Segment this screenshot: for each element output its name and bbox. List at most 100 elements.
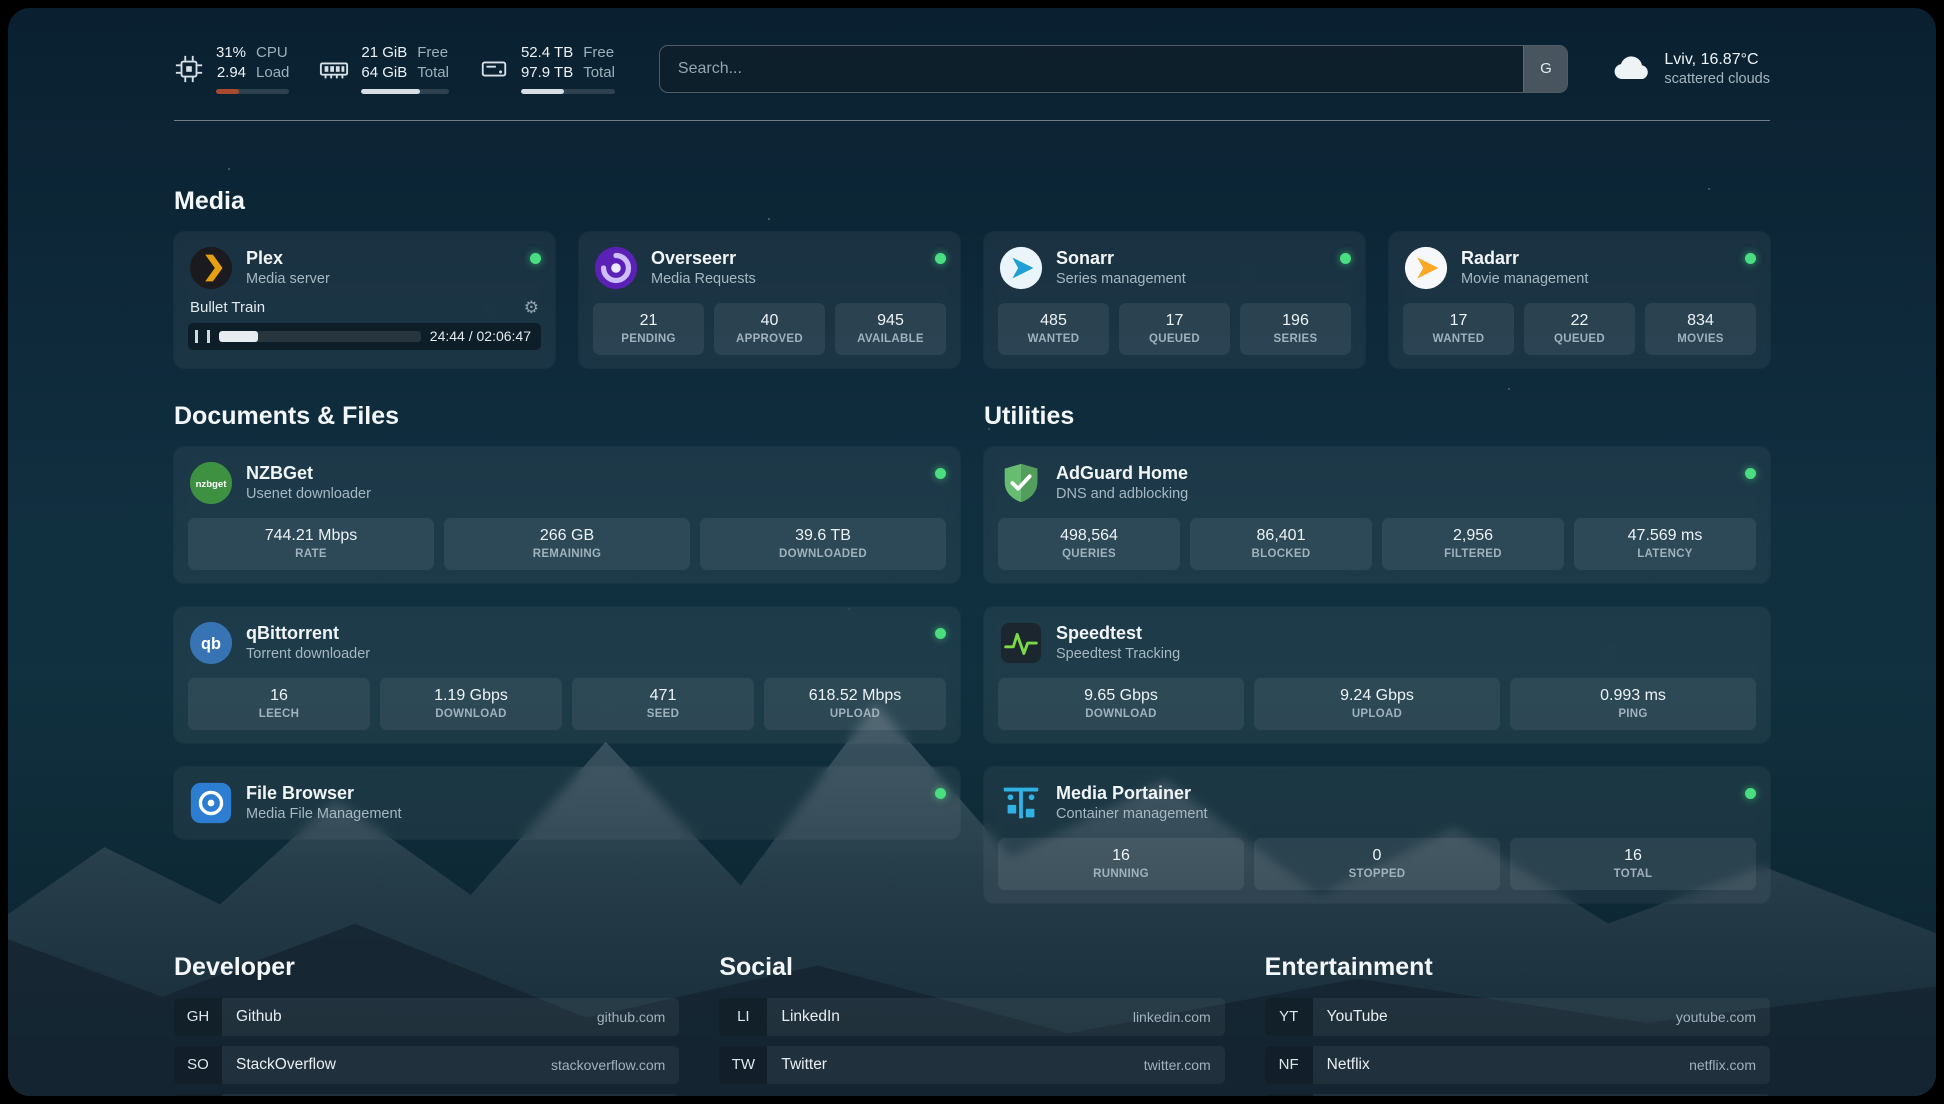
stat-upload: 9.24 Gbps UPLOAD [1254, 678, 1500, 730]
bookmark-youtube[interactable]: YT YouTube youtube.com [1265, 998, 1770, 1036]
section-media: Media Plex Media server [174, 187, 1770, 368]
service-card-qbittorrent[interactable]: qb qBittorrent Torrent downloader 16 [174, 607, 960, 743]
overseerr-icon [593, 245, 639, 291]
status-dot [935, 253, 946, 264]
qbittorrent-icon: qb [188, 620, 234, 666]
bookmark-name: Twitter [781, 1056, 827, 1074]
stat-leech: 16 LEECH [188, 678, 370, 730]
service-name: Plex [246, 248, 330, 269]
service-card-portainer[interactable]: Media Portainer Container management 16 … [984, 767, 1770, 903]
memory-icon [319, 54, 349, 84]
bookmark-name: StackOverflow [236, 1056, 336, 1074]
bookmark-url: stackoverflow.com [551, 1057, 665, 1073]
stat-queued: 22 QUEUED [1524, 303, 1635, 355]
service-subtitle: Movie management [1461, 271, 1588, 287]
playback-progress-bar[interactable] [219, 331, 421, 342]
status-dot [1745, 253, 1756, 264]
stat-remaining: 266 GB REMAINING [444, 518, 690, 570]
pause-icon[interactable] [195, 330, 210, 343]
service-card-radarr[interactable]: Radarr Movie management 17 WANTED 22 QUE… [1389, 232, 1770, 368]
stat-running: 16 RUNNING [998, 838, 1244, 890]
cpu-percent: 31% [216, 44, 246, 63]
service-card-adguard[interactable]: AdGuard Home DNS and adblocking 498,564 … [984, 447, 1770, 583]
stat-total: 16 TOTAL [1510, 838, 1756, 890]
plex-icon [188, 245, 234, 291]
stat-movies: 834 MOVIES [1645, 303, 1756, 355]
disk-icon [479, 54, 509, 84]
status-dot [530, 253, 541, 264]
bookmark-abbr: DT [174, 1094, 222, 1097]
sonarr-icon [998, 245, 1044, 291]
now-playing-title: Bullet Train [190, 299, 265, 316]
stat-downloaded: 39.6 TB DOWNLOADED [700, 518, 946, 570]
svg-text:qb: qb [201, 634, 221, 652]
service-card-plex[interactable]: Plex Media server Bullet Train ⚙ [174, 232, 555, 368]
service-subtitle: Media File Management [246, 806, 402, 822]
status-dot [935, 468, 946, 479]
memory-total-value: 64 GiB [361, 64, 407, 83]
stat-available: 945 AVAILABLE [835, 303, 946, 355]
bookmark-netflix[interactable]: NF Netflix netflix.com [1265, 1046, 1770, 1084]
bookmark-name: YouTube [1327, 1008, 1388, 1026]
status-dot [1745, 468, 1756, 479]
disk-free-value: 52.4 TB [521, 44, 573, 63]
search-provider-button[interactable]: G [1523, 46, 1567, 92]
bookmark-url: github.com [597, 1009, 665, 1025]
service-name: qBittorrent [246, 623, 370, 644]
portainer-icon [998, 780, 1044, 826]
bookmark-twitter[interactable]: TW Twitter twitter.com [719, 1046, 1224, 1084]
service-subtitle: Torrent downloader [246, 646, 370, 662]
status-dot [1340, 253, 1351, 264]
service-name: File Browser [246, 783, 402, 804]
bookmark-name: Netflix [1327, 1056, 1370, 1074]
service-name: Overseerr [651, 248, 756, 269]
section-title-media: Media [174, 187, 1770, 216]
disk-total-label: Total [583, 64, 615, 83]
playback-progress-fill [219, 331, 258, 342]
service-name: Media Portainer [1056, 783, 1208, 804]
service-name: Radarr [1461, 248, 1588, 269]
weather-location: Lviv, 16.87°C [1664, 51, 1770, 69]
cpu-load-value: 2.94 [216, 64, 246, 83]
speedtest-icon [998, 620, 1044, 666]
stat-stopped: 0 STOPPED [1254, 838, 1500, 890]
stat-queued: 17 QUEUED [1119, 303, 1230, 355]
stat-approved: 40 APPROVED [714, 303, 825, 355]
bookmark-linkedin[interactable]: LI LinkedIn linkedin.com [719, 998, 1224, 1036]
memory-total-label: Total [417, 64, 449, 83]
bookmark-reddit[interactable]: RE Reddit reddit.com [1265, 1094, 1770, 1097]
service-name: Speedtest [1056, 623, 1180, 644]
plex-now-playing: Bullet Train ⚙ 24:44 / 02:06:47 [188, 299, 541, 350]
adguard-icon [998, 460, 1044, 506]
now-playing-progress-row: 24:44 / 02:06:47 [188, 323, 541, 350]
disk-widget: 52.4 TB Free 97.9 TB Total [479, 44, 615, 94]
cpu-bar-fill [216, 89, 239, 94]
bookmark-url: linkedin.com [1133, 1009, 1211, 1025]
stat-ping: 0.993 ms PING [1510, 678, 1756, 730]
dashboard-screen: 31% CPU 2.94 Load 21 GiB Free 64 GiB [8, 8, 1936, 1096]
search-input[interactable] [660, 46, 1524, 92]
dashboard-content: 31% CPU 2.94 Load 21 GiB Free 64 GiB [8, 8, 1936, 1096]
service-card-overseerr[interactable]: Overseerr Media Requests 21 PENDING 40 A… [579, 232, 960, 368]
service-card-speedtest[interactable]: Speedtest Speedtest Tracking 9.65 Gbps D… [984, 607, 1770, 743]
cloud-icon [1612, 55, 1652, 83]
radarr-icon [1403, 245, 1449, 291]
bookmark-url: twitter.com [1144, 1057, 1211, 1073]
gear-icon[interactable]: ⚙ [524, 299, 539, 316]
weather-condition: scattered clouds [1664, 71, 1770, 87]
bookmark-stackoverflow[interactable]: SO StackOverflow stackoverflow.com [174, 1046, 679, 1084]
bookmark-github[interactable]: GH Github github.com [174, 998, 679, 1036]
playback-time: 24:44 / 02:06:47 [430, 328, 531, 344]
service-card-filebrowser[interactable]: File Browser Media File Management [174, 767, 960, 839]
service-subtitle: Media server [246, 271, 330, 287]
bookmark-dev[interactable]: DT DEV dev.to [174, 1094, 679, 1097]
svg-text:nzbget: nzbget [196, 478, 228, 489]
section-social: Social LI LinkedIn linkedin.com TW Twitt… [719, 953, 1224, 1097]
bookmark-abbr: LI [719, 998, 767, 1036]
top-bar: 31% CPU 2.94 Load 21 GiB Free 64 GiB [174, 44, 1770, 94]
service-card-sonarr[interactable]: Sonarr Series management 485 WANTED 17 Q… [984, 232, 1365, 368]
service-subtitle: Media Requests [651, 271, 756, 287]
service-card-nzbget[interactable]: nzbget NZBGet Usenet downloader 744.21 M… [174, 447, 960, 583]
stat-queries: 498,564 QUERIES [998, 518, 1180, 570]
section-utilities: Utilities AdGuard Home DNS and adblockin… [984, 402, 1770, 903]
